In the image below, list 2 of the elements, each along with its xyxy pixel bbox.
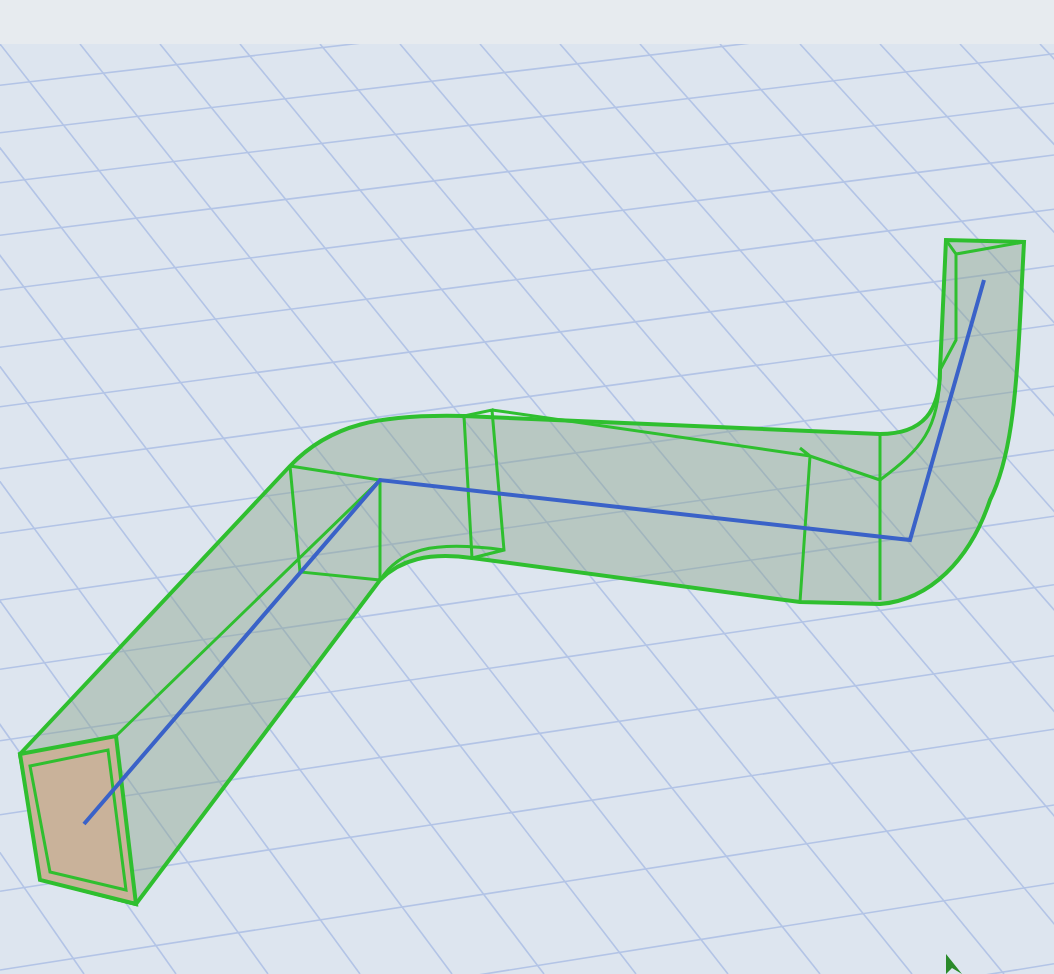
- cursor-icon: [946, 954, 962, 974]
- duct-drawing[interactable]: [17, 238, 1026, 907]
